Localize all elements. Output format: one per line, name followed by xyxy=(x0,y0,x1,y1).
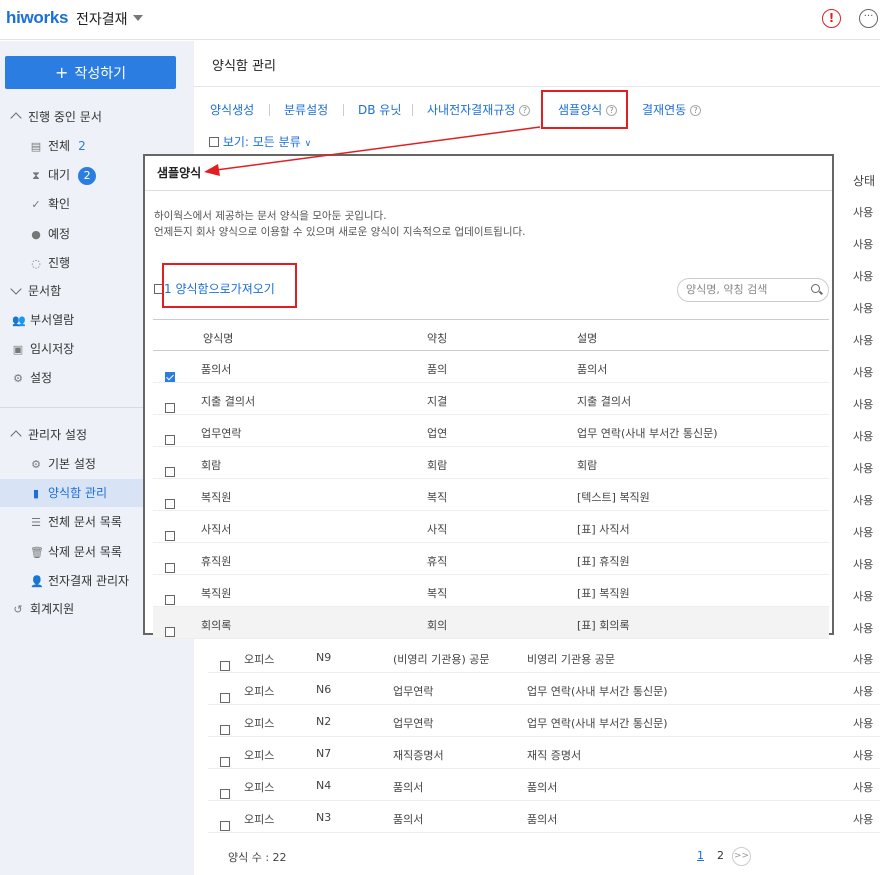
arrow-line xyxy=(215,126,541,171)
annotation-arrow xyxy=(204,126,541,176)
arrow-head xyxy=(204,164,220,176)
